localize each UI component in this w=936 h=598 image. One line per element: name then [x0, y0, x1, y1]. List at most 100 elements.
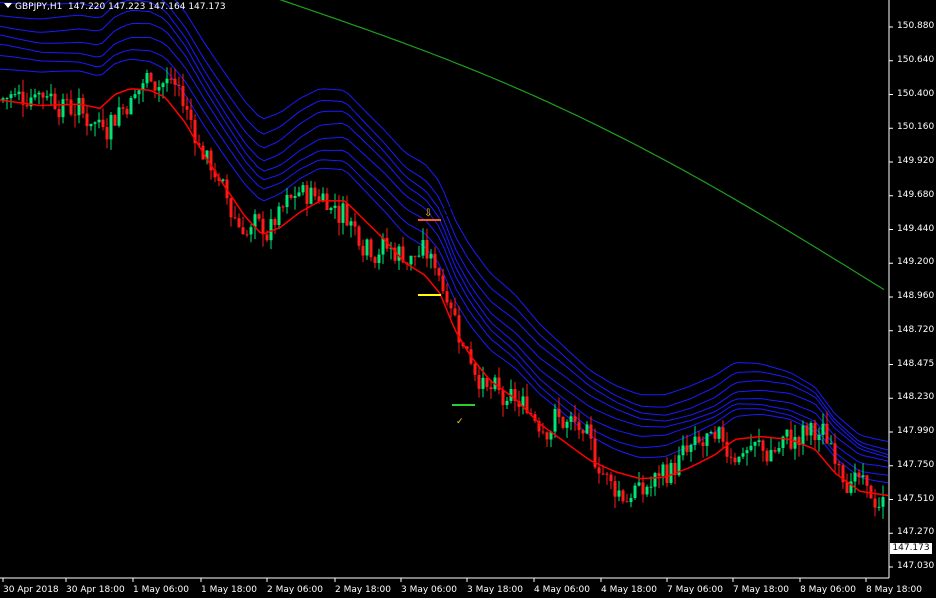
bull-candle	[37, 92, 41, 95]
bear-candle	[237, 218, 241, 228]
price-chart[interactable]: ⇩✓	[0, 0, 936, 598]
bull-candle	[61, 99, 65, 118]
bull-candle	[93, 122, 97, 124]
stop-loss-label: Stop Loss	[443, 203, 506, 219]
price-tick-label: 150.640	[897, 54, 935, 65]
bear-candle	[713, 432, 717, 439]
bull-candle	[705, 433, 709, 446]
bear-candle	[733, 457, 737, 463]
bear-candle	[489, 387, 493, 390]
take-profit-label: Take Profit	[379, 397, 446, 413]
time-tick-label: 1 May 18:00	[201, 585, 257, 595]
bear-candle	[813, 422, 817, 440]
bull-candle	[297, 192, 301, 197]
time-tick-label: 30 Apr 2018	[3, 585, 59, 595]
bull-candle	[653, 473, 657, 487]
bear-candle	[177, 84, 181, 86]
bull-candle	[429, 253, 433, 259]
bull-candle	[553, 408, 557, 432]
bull-candle	[669, 463, 673, 483]
fast-ma-line	[0, 88, 889, 497]
bear-candle	[85, 113, 89, 127]
bull-candle	[293, 196, 297, 198]
bear-candle	[361, 245, 365, 256]
bear-candle	[605, 473, 609, 475]
bull-candle	[365, 239, 369, 256]
bear-candle	[53, 93, 57, 109]
bear-candle	[541, 431, 545, 433]
bull-candle	[329, 207, 333, 210]
bear-candle	[501, 389, 505, 406]
bull-candle	[633, 485, 637, 498]
bull-candle	[89, 123, 93, 127]
bull-candle	[821, 423, 825, 435]
bear-candle	[701, 442, 705, 446]
dropdown-arrow-icon[interactable]	[4, 3, 12, 8]
bear-candle	[425, 240, 429, 259]
bull-candle	[749, 445, 753, 451]
bull-candle	[853, 472, 857, 482]
bear-candle	[313, 187, 317, 197]
bear-candle	[765, 450, 769, 462]
price-tick-label: 148.230	[897, 392, 935, 403]
bear-candle	[873, 498, 877, 508]
time-tick-label: 2 May 06:00	[267, 585, 323, 595]
bull-candle	[741, 453, 745, 457]
bull-candle	[585, 424, 589, 434]
bull-candle	[161, 83, 165, 88]
bull-candle	[777, 448, 781, 452]
bear-candle	[149, 73, 153, 82]
bull-candle	[681, 445, 685, 456]
bear-candle	[581, 430, 585, 434]
bear-candle	[113, 114, 117, 126]
bear-candle	[153, 81, 157, 91]
bull-candle	[753, 442, 757, 446]
bear-candle	[305, 185, 309, 204]
bear-candle	[241, 227, 245, 235]
price-tick-label: 147.270	[897, 527, 935, 538]
bear-candle	[229, 198, 233, 218]
bull-candle	[649, 486, 653, 488]
bull-candle	[145, 73, 149, 84]
bear-candle	[325, 193, 329, 210]
bull-candle	[629, 497, 633, 503]
bear-candle	[561, 416, 565, 428]
chart-window[interactable]: ⇩ ✓ GBPJPY,H1 147.220 147.223 147.164 147…	[0, 0, 936, 598]
bear-candle	[445, 291, 449, 303]
bull-candle	[49, 93, 53, 97]
bear-candle	[729, 456, 733, 458]
price-tick-label: 149.440	[897, 223, 935, 234]
entry-label: Entry	[396, 298, 429, 314]
bull-candle	[689, 444, 693, 452]
bear-candle	[441, 275, 445, 292]
bull-candle	[221, 179, 225, 181]
bull-candle	[165, 78, 169, 84]
bear-candle	[125, 108, 129, 115]
price-tick-label: 147.030	[897, 561, 935, 571]
bear-candle	[805, 425, 809, 436]
price-tick-label: 148.720	[897, 324, 935, 335]
bear-candle	[345, 203, 349, 226]
bear-candle	[837, 463, 841, 466]
bull-candle	[277, 206, 281, 225]
bear-candle	[609, 474, 613, 482]
bear-candle	[65, 99, 69, 101]
price-tick-label: 150.160	[897, 122, 935, 133]
bull-candle	[793, 436, 797, 449]
bull-candle	[301, 185, 305, 193]
bear-candle	[857, 472, 861, 478]
close-value: 147.173	[188, 2, 226, 12]
bear-candle	[453, 308, 457, 316]
bear-candle	[41, 92, 45, 98]
bear-candle	[169, 78, 173, 80]
time-tick-label: 3 May 18:00	[467, 585, 523, 595]
bull-candle	[321, 193, 325, 202]
bull-candle	[9, 94, 13, 99]
bear-candle	[357, 226, 361, 246]
bear-candle	[257, 214, 261, 219]
price-tick-label: 147.990	[897, 426, 935, 436]
price-tick-label: 150.880	[897, 21, 935, 31]
bear-candle	[101, 119, 105, 128]
bull-candle	[13, 94, 17, 96]
time-tick-label: 8 May 18:00	[866, 585, 922, 595]
